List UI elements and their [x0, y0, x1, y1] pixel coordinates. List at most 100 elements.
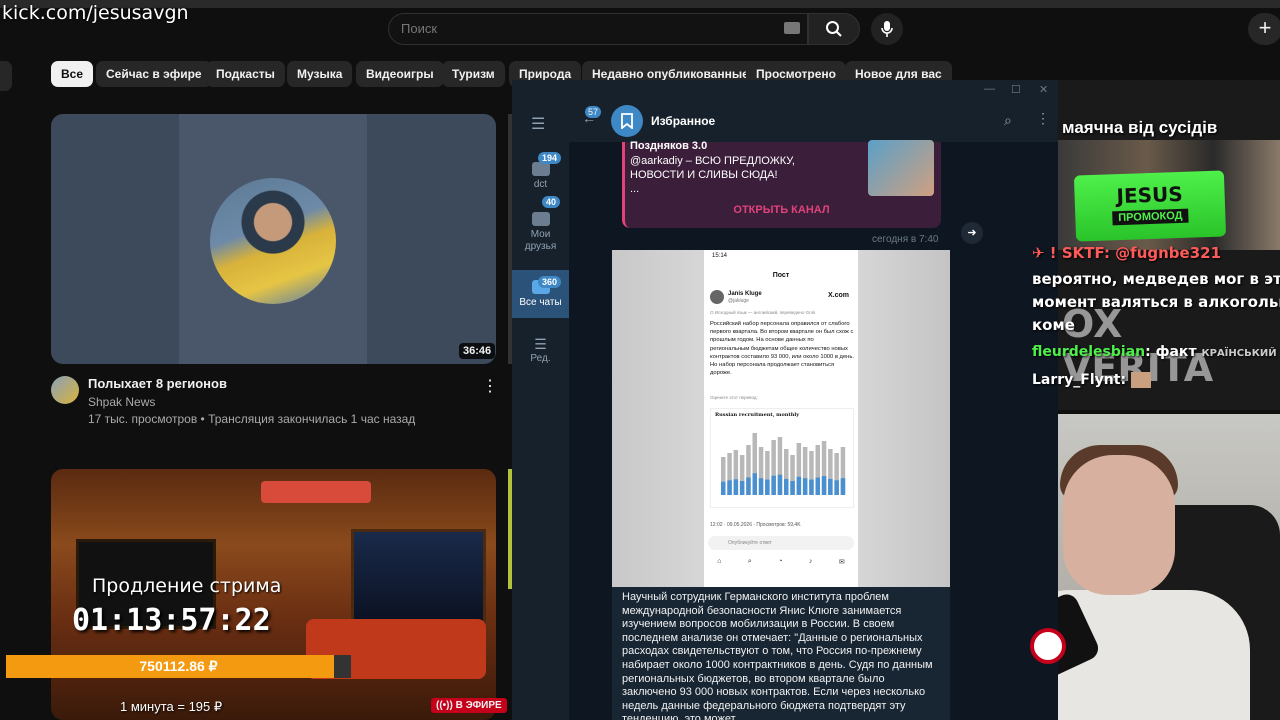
folder-edit[interactable]: ☰ Ред.	[512, 328, 569, 368]
close-icon[interactable]: ✕	[1039, 83, 1048, 96]
minimize-icon[interactable]: —	[984, 83, 995, 95]
more-options-icon[interactable]: ⋮	[1036, 110, 1050, 127]
chart-bar-blue	[828, 478, 833, 495]
chart-bar-blue	[802, 478, 808, 495]
chat-line: момент валяться в алкогольной	[1032, 293, 1280, 311]
video-title[interactable]: Полыхает 8 регионов	[88, 376, 227, 391]
chip-tourism[interactable]: Туризм	[442, 61, 505, 87]
post-author: Janis Kluge	[728, 291, 762, 297]
chart-bar-blue	[834, 480, 839, 495]
more-options-icon[interactable]: ⋮	[482, 376, 498, 396]
search-input[interactable]: Поиск	[388, 13, 808, 45]
webcam-person-head	[1063, 455, 1175, 595]
chart-title: Russian recruitment, monthly	[715, 412, 800, 418]
promo-bottom: ПРОМОКОД	[1111, 208, 1189, 226]
create-button[interactable]: +	[1248, 13, 1280, 45]
chart-bar-blue	[790, 481, 795, 495]
overlay-title: маячна від сусідів	[1062, 118, 1218, 137]
post-header: Пост	[772, 272, 790, 279]
menu-icon[interactable]: ☰	[531, 114, 545, 134]
folder-badge: 360	[538, 276, 562, 288]
search-icon[interactable]: ⌕	[1004, 112, 1012, 129]
reply-field: Опубликуйте ответ	[708, 536, 854, 550]
folder-icon	[531, 162, 550, 176]
video-meta: 17 тыс. просмотров • Трансляция закончил…	[88, 412, 416, 426]
chat-line: fleurdelesbian: факт КРАЇНСЬКИЙ ВІД	[1032, 344, 1280, 360]
channel-avatar[interactable]	[51, 376, 79, 404]
window-titlebar[interactable]: — ☐ ✕	[512, 80, 1058, 100]
promo-banner: JESUS ПРОМОКОД	[1073, 170, 1227, 242]
chart-bar-blue	[771, 475, 776, 495]
donation-rate: 1 минута = 195 ₽	[120, 699, 223, 714]
chart-bars	[721, 433, 846, 495]
bookmark-icon	[611, 105, 643, 137]
chip-music[interactable]: Музыка	[287, 61, 353, 87]
post-rate-question: Оцените этот перевод:	[710, 395, 758, 400]
recruitment-chart: Russian recruitment, monthly	[710, 408, 854, 508]
folder-badge: 40	[542, 196, 561, 208]
chart-bar-blue	[784, 478, 789, 495]
author-avatar	[710, 290, 724, 304]
voice-search-button[interactable]	[871, 13, 903, 45]
chart-bar-blue	[796, 476, 802, 495]
extend-stream-label: Продление стрима	[92, 575, 282, 597]
chat-title[interactable]: Избранное	[651, 114, 715, 128]
chat-line: ✈ ! SKTF: @fugnbe321	[1032, 244, 1222, 262]
chip-live[interactable]: Сейчас в эфире	[96, 61, 212, 87]
screenshot-post: 15:14 Пост Janis Kluge @jakluge X.com О …	[704, 250, 858, 587]
message-time: сегодня в 7:40	[872, 234, 939, 245]
chart-bar-blue	[821, 476, 827, 495]
keyboard-icon[interactable]	[784, 22, 800, 34]
maximize-icon[interactable]: ☐	[1011, 83, 1021, 96]
folder-label: Мои друзья	[524, 229, 557, 252]
chat-line: Larry_Flynt:	[1032, 372, 1151, 388]
promo-top: JESUS	[1116, 181, 1184, 209]
post-site: X.com	[828, 292, 850, 299]
chart-bar-blue	[721, 481, 726, 495]
video-duration: 36:46	[459, 343, 496, 359]
folder-badge: 194	[538, 152, 562, 164]
post-text: Российский набор персонала оправился от …	[710, 321, 854, 377]
chip-podcasts[interactable]: Подкасты	[206, 61, 285, 87]
post-nav-icons: ⌂ ⌕ ◔ ♪ ✉	[717, 558, 845, 566]
chip-all[interactable]: Все	[51, 61, 94, 87]
forward-icon[interactable]: ➜	[961, 222, 983, 244]
extend-timer: 01:13:57:22	[72, 603, 271, 638]
emote-icon	[1130, 372, 1151, 388]
chart-bar-blue	[777, 474, 783, 495]
channel-name[interactable]: Shpak News	[88, 395, 155, 409]
sidebar-edge	[0, 61, 12, 91]
post-translation-note: О Исходный язык — английский, переведено…	[710, 310, 816, 315]
folder-icon	[531, 212, 550, 226]
chart-bar-blue	[752, 473, 757, 495]
folder-friends[interactable]: 40 Мои друзья	[512, 196, 569, 254]
chart-bar-blue	[840, 478, 846, 495]
open-channel-button[interactable]: ОТКРЫТЬ КАНАЛ	[622, 204, 941, 216]
search-button[interactable]	[808, 13, 860, 45]
sliders-icon: ☰	[534, 336, 547, 352]
unread-badge: 57	[585, 106, 602, 118]
microphone-icon	[881, 21, 893, 37]
chart-bar-blue	[765, 479, 770, 495]
chart-bar-blue	[739, 481, 745, 495]
chip-games[interactable]: Видеоигры	[356, 61, 444, 87]
donation-amount: 750112.86 ₽	[139, 658, 218, 674]
folder-all-chats[interactable]: 360 Все чаты	[512, 270, 569, 318]
chart-bar-blue	[746, 477, 751, 495]
browser-top-strip	[0, 0, 1280, 8]
thumbnail-portrait	[210, 178, 336, 304]
message-text: Научный сотрудник Германского института …	[612, 587, 950, 720]
folder-label: Ред.	[530, 353, 551, 364]
telegram-window[interactable]: — ☐ ✕ ☰ 194 dct 40 Мои друзья 360 Все ча…	[512, 80, 1058, 720]
chart-bar-blue	[815, 477, 820, 495]
stream-watermark: kick.com/jesusavgn	[2, 2, 189, 24]
folder-sidebar: ☰ 194 dct 40 Мои друзья 360 Все чаты ☰ Р…	[512, 100, 569, 720]
folder-dct[interactable]: 194 dct	[512, 152, 569, 200]
phone-time: 15:14	[712, 253, 728, 259]
chat-line: коме	[1032, 316, 1075, 334]
chart-bar-blue	[727, 480, 732, 495]
folder-label: dct	[533, 179, 548, 190]
post-handle: @jakluge	[728, 298, 749, 304]
forward-source[interactable]: Поздняков 3.0	[630, 140, 707, 152]
search-icon	[826, 21, 842, 37]
